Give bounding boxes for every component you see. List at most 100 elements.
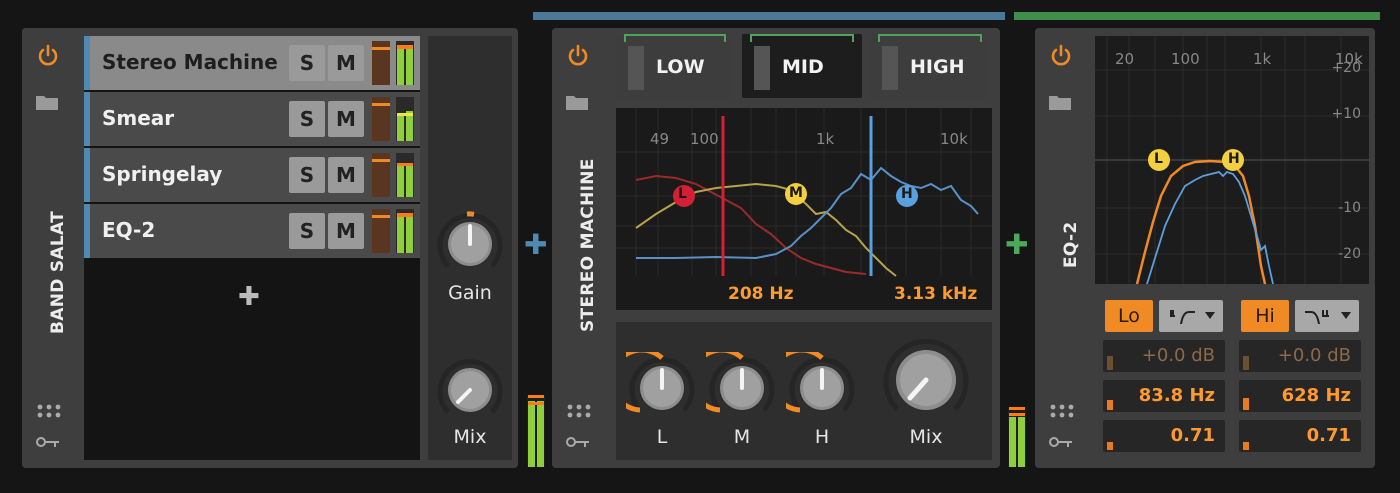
gain-knob[interactable] bbox=[434, 208, 506, 280]
add-device-button[interactable]: ✚ bbox=[524, 228, 547, 261]
stereo-machine-device: STEREO MACHINE LOW MID HIGH 49 100 1k 10… bbox=[552, 28, 1000, 468]
chain-level-meter bbox=[396, 153, 414, 197]
chain-volume-fader[interactable] bbox=[372, 41, 390, 85]
low-band-handle[interactable]: L bbox=[1154, 151, 1163, 167]
freq-tick-label: 100 bbox=[1171, 50, 1200, 68]
lo-freq-field[interactable]: 83.8 Hz bbox=[1103, 380, 1225, 412]
low-band-marker[interactable]: L bbox=[678, 186, 687, 202]
freq-tick-label: 1k bbox=[816, 130, 835, 148]
band-mid-button[interactable]: MID bbox=[742, 34, 862, 98]
band-knob-panel: L M H Mix bbox=[616, 322, 992, 460]
output-level-meter bbox=[527, 395, 545, 467]
chain-volume-fader[interactable] bbox=[372, 153, 390, 197]
band-low-button[interactable]: LOW bbox=[616, 34, 734, 98]
routing-key-icon[interactable] bbox=[1049, 436, 1073, 448]
crossover-high-value[interactable]: 3.13 kHz bbox=[894, 284, 977, 304]
chain-row-eq2[interactable]: EQ-2 S M bbox=[84, 204, 420, 258]
mute-button[interactable]: M bbox=[328, 157, 364, 193]
db-tick-label: -20 bbox=[1338, 246, 1361, 262]
gain-label: Gain bbox=[448, 282, 492, 304]
chain-row-stereo-machine[interactable]: Stereo Machine S M bbox=[84, 36, 420, 90]
power-icon[interactable] bbox=[566, 44, 590, 68]
solo-button[interactable]: S bbox=[289, 101, 325, 137]
chain-level-meter bbox=[396, 41, 414, 85]
mix-knob[interactable] bbox=[434, 354, 506, 426]
routing-key-icon[interactable] bbox=[36, 436, 60, 448]
mute-button[interactable]: M bbox=[328, 101, 364, 137]
band-select-panel: LOW MID HIGH 49 100 1k 10k L M H 208 Hz … bbox=[608, 28, 996, 314]
band-high-button[interactable]: HIGH bbox=[870, 34, 990, 98]
eq2-group-bar bbox=[1014, 12, 1380, 20]
hi-filter-type-dropdown[interactable] bbox=[1295, 300, 1359, 332]
hi-gain-field[interactable]: +0.0 dB bbox=[1239, 340, 1361, 372]
grid-dots-icon[interactable] bbox=[567, 404, 591, 418]
mix-label: Mix bbox=[453, 426, 487, 448]
lo-band-toggle[interactable]: Lo bbox=[1105, 300, 1153, 332]
high-band-marker[interactable]: H bbox=[901, 186, 913, 202]
db-tick-label: +20 bbox=[1331, 60, 1361, 76]
hi-freq-field[interactable]: 628 Hz bbox=[1239, 380, 1361, 412]
chain-row-springelay[interactable]: Springelay S M bbox=[84, 148, 420, 202]
hi-q-field[interactable]: 0.71 bbox=[1239, 420, 1361, 452]
eq2-device: EQ-2 20 100 1k 10k +20 +10 -10 -20 L H L… bbox=[1035, 28, 1375, 468]
device-title: STEREO MACHINE bbox=[578, 158, 598, 332]
freq-tick-label: 10k bbox=[940, 130, 968, 148]
stereo-machine-mix-knob[interactable] bbox=[880, 334, 972, 426]
power-icon[interactable] bbox=[1049, 44, 1073, 68]
hi-band-toggle[interactable]: Hi bbox=[1241, 300, 1289, 332]
solo-button[interactable]: S bbox=[289, 213, 325, 249]
eq-graph[interactable]: 20 100 1k 10k +20 +10 -10 -20 L H bbox=[1095, 36, 1369, 284]
folder-icon[interactable] bbox=[566, 94, 588, 110]
chain-level-meter bbox=[396, 209, 414, 253]
lo-gain-field[interactable]: +0.0 dB bbox=[1103, 340, 1225, 372]
freq-tick-label: 49 bbox=[650, 130, 670, 148]
chain-name: Springelay bbox=[102, 162, 223, 186]
mute-button[interactable]: M bbox=[328, 45, 364, 81]
chevron-down-icon bbox=[1205, 312, 1215, 319]
freq-tick-label: 1k bbox=[1253, 50, 1272, 68]
device-title: EQ-2 bbox=[1061, 221, 1081, 268]
grid-dots-icon[interactable] bbox=[37, 404, 61, 418]
crossover-low-value[interactable]: 208 Hz bbox=[728, 284, 794, 304]
freq-tick-label: 20 bbox=[1115, 50, 1135, 68]
mute-button[interactable]: M bbox=[328, 213, 364, 249]
stereo-machine-mix-label: Mix bbox=[909, 426, 943, 448]
chain-row-smear[interactable]: Smear S M bbox=[84, 92, 420, 146]
chain-name: Smear bbox=[102, 106, 175, 130]
folder-icon[interactable] bbox=[1049, 94, 1071, 110]
device-header-strip: BAND SALAT bbox=[22, 28, 74, 468]
high-knob-label: H bbox=[814, 426, 830, 448]
lo-q-field[interactable]: 0.71 bbox=[1103, 420, 1225, 452]
mid-band-marker[interactable]: M bbox=[789, 185, 803, 201]
chevron-down-icon bbox=[1341, 312, 1351, 319]
band-salat-device: BAND SALAT Stereo Machine S M Smear S M … bbox=[22, 28, 518, 468]
folder-icon[interactable] bbox=[36, 94, 58, 110]
mid-band-knob[interactable] bbox=[706, 352, 778, 424]
chain-name: EQ-2 bbox=[102, 218, 156, 242]
band-salat-output-panel: Gain Mix bbox=[428, 36, 512, 460]
output-level-meter bbox=[1008, 407, 1026, 467]
low-band-knob[interactable] bbox=[626, 352, 698, 424]
routing-key-icon[interactable] bbox=[566, 436, 590, 448]
chain-list: Stereo Machine S M Smear S M Springelay … bbox=[84, 36, 420, 460]
add-chain-button[interactable]: ✚ bbox=[238, 282, 260, 312]
crossover-display[interactable]: 49 100 1k 10k L M H 208 Hz 3.13 kHz bbox=[616, 108, 992, 310]
device-title: BAND SALAT bbox=[48, 210, 68, 334]
chain-volume-fader[interactable] bbox=[372, 209, 390, 253]
eq-band-controls: Lo Hi +0.0 dB +0.0 dB 83.8 Hz 628 Hz 0.7… bbox=[1095, 290, 1369, 460]
low-knob-label: L bbox=[656, 426, 668, 448]
stereo-machine-group-bar bbox=[533, 12, 1005, 20]
db-tick-label: +10 bbox=[1331, 106, 1361, 122]
highpass-icon bbox=[1170, 310, 1195, 324]
chain-volume-fader[interactable] bbox=[372, 97, 390, 141]
high-band-knob[interactable] bbox=[786, 352, 858, 424]
device-header-strip: STEREO MACHINE bbox=[552, 28, 604, 468]
chain-name: Stereo Machine bbox=[102, 50, 278, 74]
add-device-button[interactable]: ✚ bbox=[1005, 228, 1028, 261]
high-band-handle[interactable]: H bbox=[1228, 151, 1240, 167]
lo-filter-type-dropdown[interactable] bbox=[1159, 300, 1223, 332]
solo-button[interactable]: S bbox=[289, 45, 325, 81]
grid-dots-icon[interactable] bbox=[1050, 404, 1074, 418]
solo-button[interactable]: S bbox=[289, 157, 325, 193]
power-icon[interactable] bbox=[36, 44, 60, 68]
